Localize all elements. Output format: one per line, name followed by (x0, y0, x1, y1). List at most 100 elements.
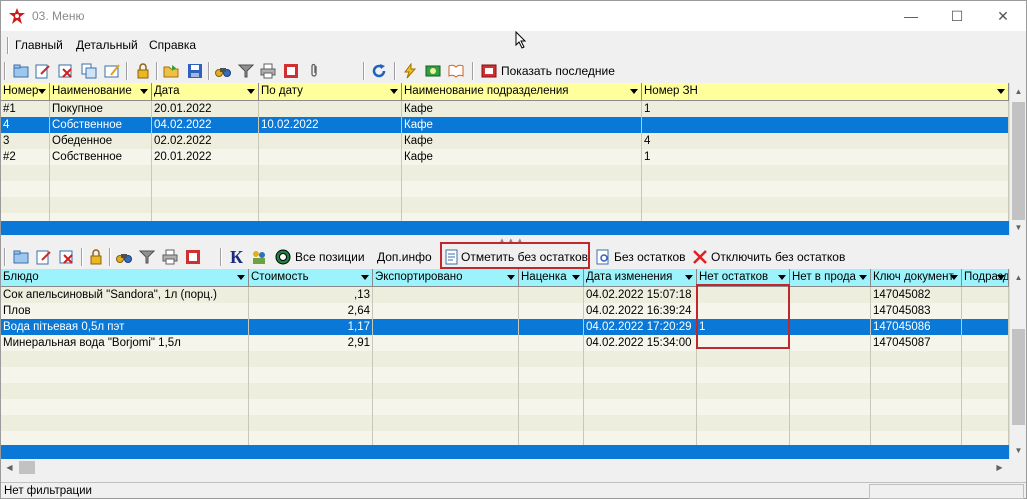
dropdown-arrow-icon[interactable] (778, 275, 786, 280)
bottom-col-header[interactable]: Наценка (519, 269, 584, 287)
no-stock-button[interactable]: Без остатков (614, 250, 686, 264)
table-row[interactable]: Вода пітьевая 0,5л пэт 1,17 04.02.2022 17:… (1, 319, 1009, 335)
bottom-col-header[interactable]: Экспортировано (373, 269, 519, 287)
minimize-icon[interactable]: — (888, 1, 934, 31)
print-icon[interactable] (260, 63, 276, 79)
lock-icon[interactable] (88, 249, 104, 265)
report-icon[interactable] (185, 249, 201, 265)
bottom-col-header[interactable]: Блюдо (1, 269, 249, 287)
extra-info-button[interactable]: Доп.инфо (377, 250, 432, 264)
dropdown-arrow-icon[interactable] (630, 89, 638, 94)
new-folder-icon[interactable] (13, 63, 29, 79)
dropdown-arrow-icon[interactable] (572, 275, 580, 280)
all-positions-button[interactable]: Все позиции (295, 250, 365, 264)
table-row[interactable] (1, 415, 1009, 431)
table-row[interactable] (1, 383, 1009, 399)
disable-no-stock-button[interactable]: Отключить без остатков (711, 250, 845, 264)
table-row[interactable] (1, 197, 1009, 213)
top-grid-vscroll[interactable]: ▲ ▼ (1009, 83, 1026, 236)
bottom-col-header[interactable]: Ключ документ (871, 269, 962, 287)
bottom-col-header[interactable]: Нет в прода (790, 269, 871, 287)
table-row[interactable]: Минеральная вода "Borjomi" 1,5л 2,91 04.02… (1, 335, 1009, 351)
menu-help[interactable]: Справка (149, 38, 196, 52)
dropdown-arrow-icon[interactable] (38, 89, 46, 94)
print-icon[interactable] (162, 249, 178, 265)
table-row[interactable]: 4 Собственное 04.02.2022 10.02.2022 Кафе (1, 117, 1009, 133)
table-row[interactable] (1, 399, 1009, 415)
close-icon[interactable]: ✕ (980, 1, 1026, 31)
table-row[interactable]: Сок апельсиновый "Sandora", 1л (порц.) ,1… (1, 287, 1009, 303)
filter-icon[interactable] (139, 249, 155, 265)
dropdown-arrow-icon[interactable] (390, 89, 398, 94)
no-stock-icon[interactable] (595, 249, 611, 265)
dropdown-arrow-icon[interactable] (950, 275, 958, 280)
scroll-down-icon[interactable]: ▼ (1010, 442, 1027, 459)
top-col-header[interactable]: Дата (152, 83, 259, 101)
bottom-grid-vscroll[interactable]: ▲ ▼ (1009, 269, 1026, 459)
top-col-header[interactable]: Наименование (50, 83, 152, 101)
rename-icon[interactable] (104, 63, 120, 79)
table-cell (519, 351, 584, 367)
filter-icon[interactable] (238, 63, 254, 79)
table-row[interactable]: #1 Покупное 20.01.2022 Кафе 1 (1, 101, 1009, 117)
top-col-header[interactable]: Номер (1, 83, 50, 101)
search-binoculars-icon[interactable] (215, 63, 231, 79)
open-folder-icon[interactable] (163, 63, 179, 79)
bottom-col-header[interactable]: Подразде (962, 269, 1009, 287)
table-row[interactable]: #2 Собственное 20.01.2022 Кафе 1 (1, 149, 1009, 165)
attachment-icon[interactable] (306, 63, 322, 79)
k-button[interactable]: К (230, 247, 243, 268)
table-row[interactable] (1, 165, 1009, 181)
menu-detail[interactable]: Детальный (76, 38, 138, 52)
refresh-icon[interactable] (371, 63, 387, 79)
edit-icon[interactable] (35, 63, 51, 79)
delete-icon[interactable] (58, 63, 74, 79)
scroll-up-icon[interactable]: ▲ (1010, 269, 1027, 286)
lightning-icon[interactable] (402, 63, 418, 79)
people-icon[interactable] (251, 249, 267, 265)
scroll-up-icon[interactable]: ▲ (1010, 83, 1027, 100)
table-row[interactable] (1, 367, 1009, 383)
scroll-down-icon[interactable]: ▼ (1010, 219, 1027, 236)
top-col-header[interactable]: Номер ЗН (642, 83, 1009, 101)
scroll-left-icon[interactable]: ◀ (1, 459, 18, 476)
dropdown-arrow-icon[interactable] (237, 275, 245, 280)
show-latest-icon[interactable] (481, 63, 497, 79)
dropdown-arrow-icon[interactable] (361, 275, 369, 280)
show-latest-button[interactable]: Показать последние (501, 64, 615, 78)
all-positions-icon[interactable] (275, 249, 291, 265)
dropdown-arrow-icon[interactable] (685, 275, 693, 280)
delete-icon[interactable] (59, 249, 75, 265)
copy-icon[interactable] (81, 63, 97, 79)
menu-main[interactable]: Главный (15, 38, 63, 52)
edit-icon[interactable] (36, 249, 52, 265)
money-icon[interactable] (425, 63, 441, 79)
bottom-col-header[interactable]: Стоимость (249, 269, 373, 287)
dropdown-arrow-icon[interactable] (997, 275, 1005, 280)
maximize-icon[interactable]: ☐ (934, 1, 980, 31)
bottom-grid-hscroll[interactable]: ◀ ▶ (1, 459, 1026, 476)
scroll-right-icon[interactable]: ▶ (991, 459, 1008, 476)
search-binoculars-icon[interactable] (116, 249, 132, 265)
lock-icon[interactable] (135, 63, 151, 79)
table-row[interactable]: 3 Обеденное 02.02.2022 Кафе 4 (1, 133, 1009, 149)
dropdown-arrow-icon[interactable] (140, 89, 148, 94)
scroll-thumb[interactable] (1012, 329, 1025, 425)
dropdown-arrow-icon[interactable] (859, 275, 867, 280)
new-folder-icon[interactable] (13, 249, 29, 265)
report-icon[interactable] (283, 63, 299, 79)
save-icon[interactable] (187, 63, 203, 79)
table-row[interactable] (1, 351, 1009, 367)
top-col-header[interactable]: По дату (259, 83, 402, 101)
bottom-col-header[interactable]: Дата изменения (584, 269, 697, 287)
disable-no-stock-icon[interactable] (692, 249, 708, 265)
scroll-thumb[interactable] (1012, 102, 1025, 220)
dropdown-arrow-icon[interactable] (247, 89, 255, 94)
scroll-thumb[interactable] (19, 461, 35, 474)
dropdown-arrow-icon[interactable] (997, 89, 1005, 94)
dropdown-arrow-icon[interactable] (507, 275, 515, 280)
table-row[interactable] (1, 181, 1009, 197)
book-icon[interactable] (448, 63, 464, 79)
table-row[interactable]: Плов 2,64 04.02.2022 16:39:24 147045083 (1, 303, 1009, 319)
top-col-header[interactable]: Наименование подразделения (402, 83, 642, 101)
